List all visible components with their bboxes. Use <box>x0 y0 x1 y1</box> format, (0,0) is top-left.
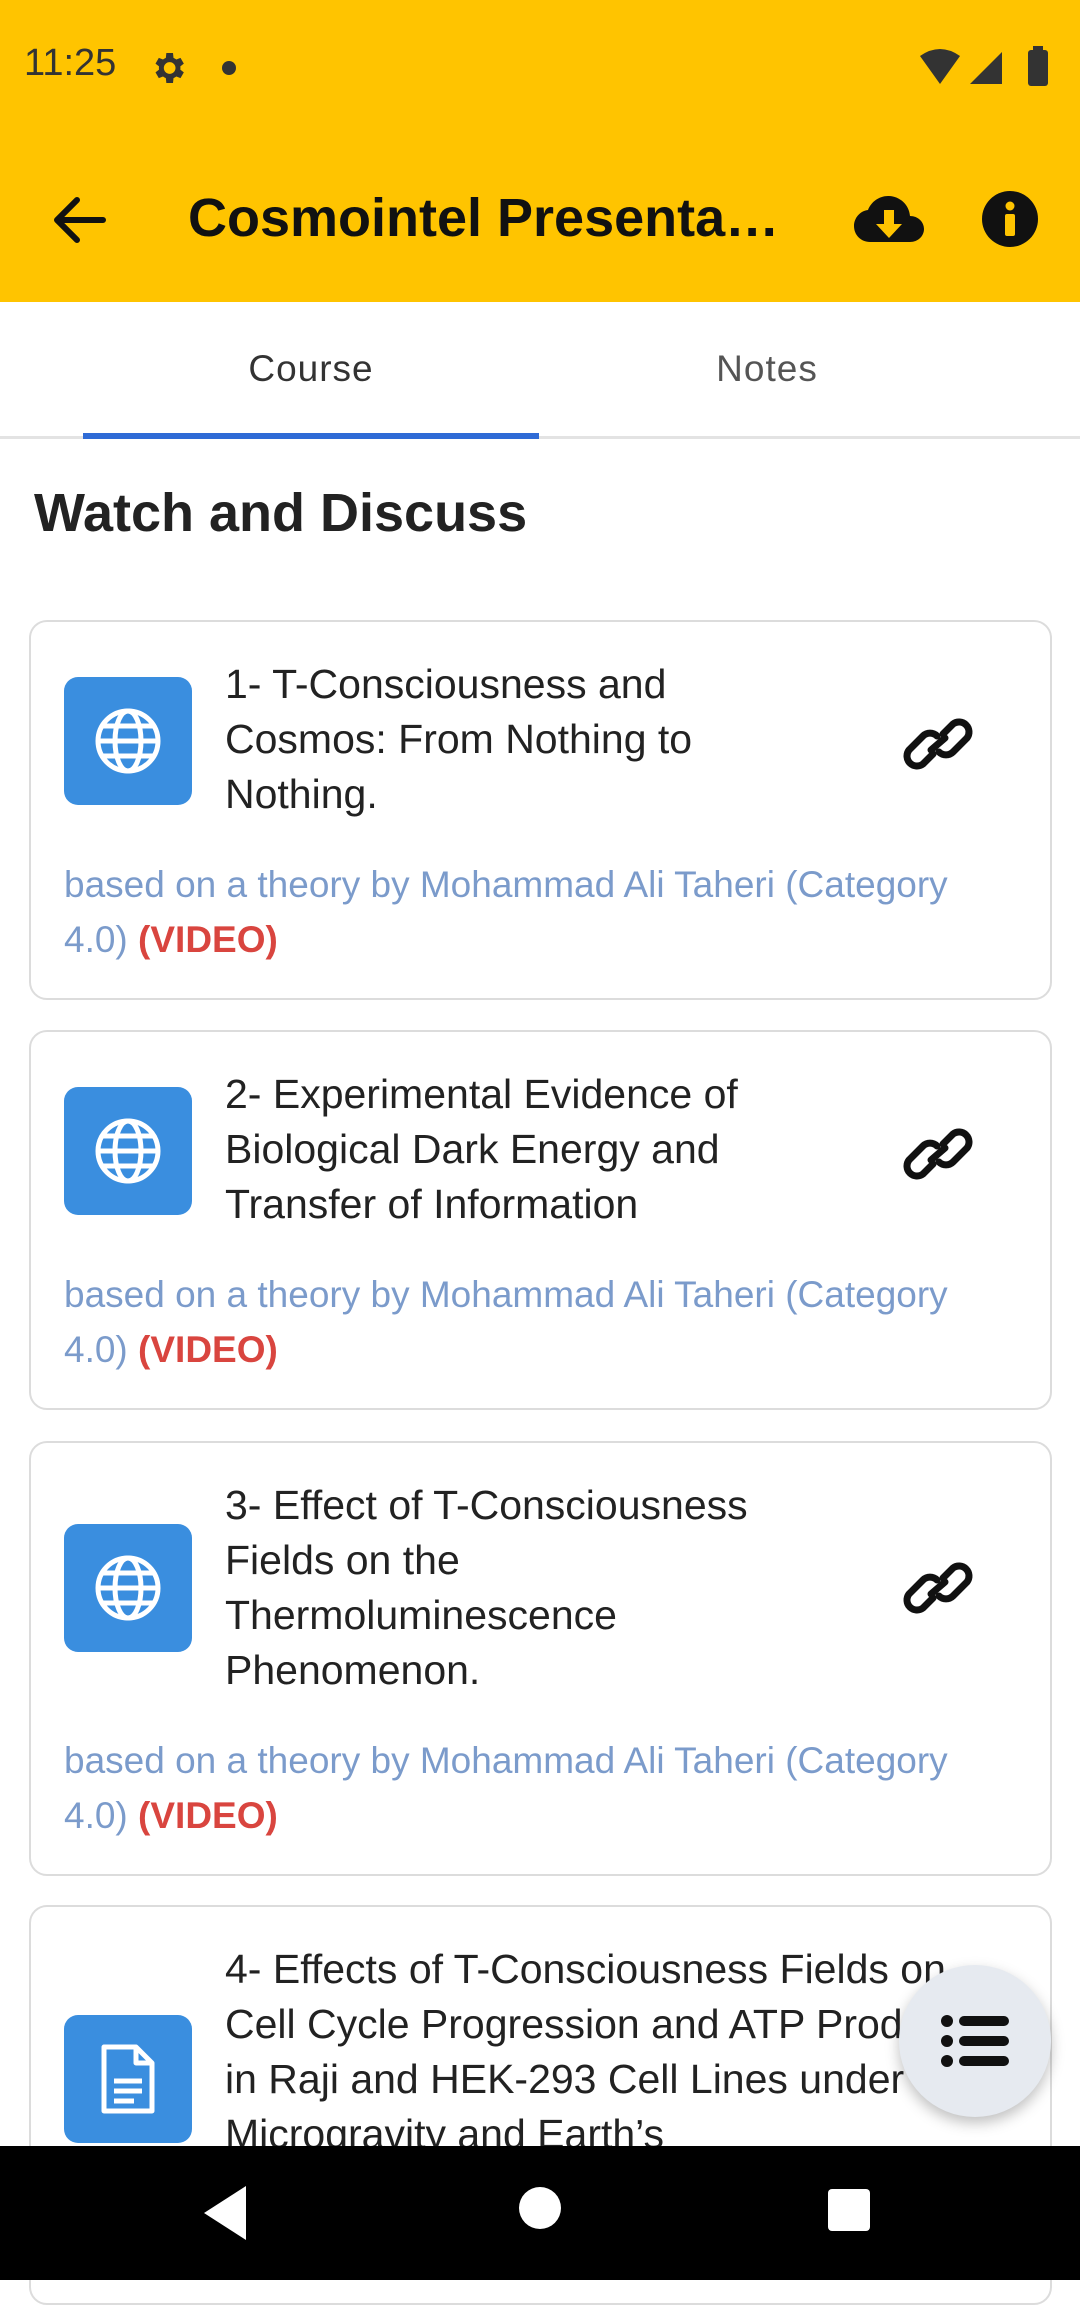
list-menu-fab[interactable] <box>899 1965 1051 2117</box>
status-time: 11:25 <box>24 42 117 84</box>
notification-dot-icon <box>222 61 236 75</box>
link-icon[interactable] <box>903 714 973 774</box>
back-arrow-icon <box>54 197 106 243</box>
tab-indicator <box>83 433 539 439</box>
battery-icon <box>1028 50 1048 86</box>
globe-icon <box>64 1087 192 1215</box>
globe-icon <box>64 1524 192 1652</box>
video-tag: (VIDEO) <box>138 1329 278 1370</box>
signal-icon <box>970 52 1002 84</box>
link-icon[interactable] <box>903 1558 973 1618</box>
course-item-card[interactable]: 1- T-Consciousness and Cosmos: From Noth… <box>29 620 1052 1000</box>
nav-home-icon[interactable] <box>519 2187 561 2229</box>
back-button[interactable] <box>44 185 114 255</box>
section-title: Watch and Discuss <box>34 483 528 543</box>
settings-gear-icon <box>155 53 184 83</box>
video-tag: (VIDEO) <box>138 919 278 960</box>
page-title: Cosmointel Presentat… <box>188 188 788 248</box>
tab-bar: Course Notes <box>0 302 1080 439</box>
document-icon <box>64 2015 192 2143</box>
course-item-card[interactable]: 2- Experimental Evidence of Biological D… <box>29 1030 1052 1410</box>
system-nav-bar <box>0 2146 1080 2280</box>
item-title: 2- Experimental Evidence of Biological D… <box>225 1071 738 1227</box>
video-tag: (VIDEO) <box>138 1795 278 1836</box>
info-icon[interactable] <box>980 189 1040 249</box>
app-bar: Cosmointel Presentat… <box>0 140 1080 302</box>
item-title: 3- Effect of T-Consciousness Fields on t… <box>225 1482 748 1693</box>
item-meta: based on a theory by Mohammad Ali Taheri… <box>64 1733 964 1843</box>
status-bar: 11:25 <box>0 0 1080 140</box>
item-title: 1- T-Consciousness and Cosmos: From Noth… <box>225 661 693 817</box>
tab-course[interactable]: Course <box>83 302 539 436</box>
list-icon <box>941 2015 1009 2067</box>
wifi-icon <box>920 49 960 84</box>
status-icons <box>920 46 1048 86</box>
link-icon[interactable] <box>903 1124 973 1184</box>
cloud-download-icon[interactable] <box>854 190 924 252</box>
globe-icon <box>64 677 192 805</box>
nav-back-icon[interactable] <box>196 2182 256 2244</box>
tab-notes[interactable]: Notes <box>539 302 995 436</box>
nav-recent-apps-icon[interactable] <box>828 2189 870 2231</box>
item-meta: based on a theory by Mohammad Ali Taheri… <box>64 857 964 967</box>
item-meta: based on a theory by Mohammad Ali Taheri… <box>64 1267 964 1377</box>
course-item-card[interactable]: 3- Effect of T-Consciousness Fields on t… <box>29 1441 1052 1876</box>
